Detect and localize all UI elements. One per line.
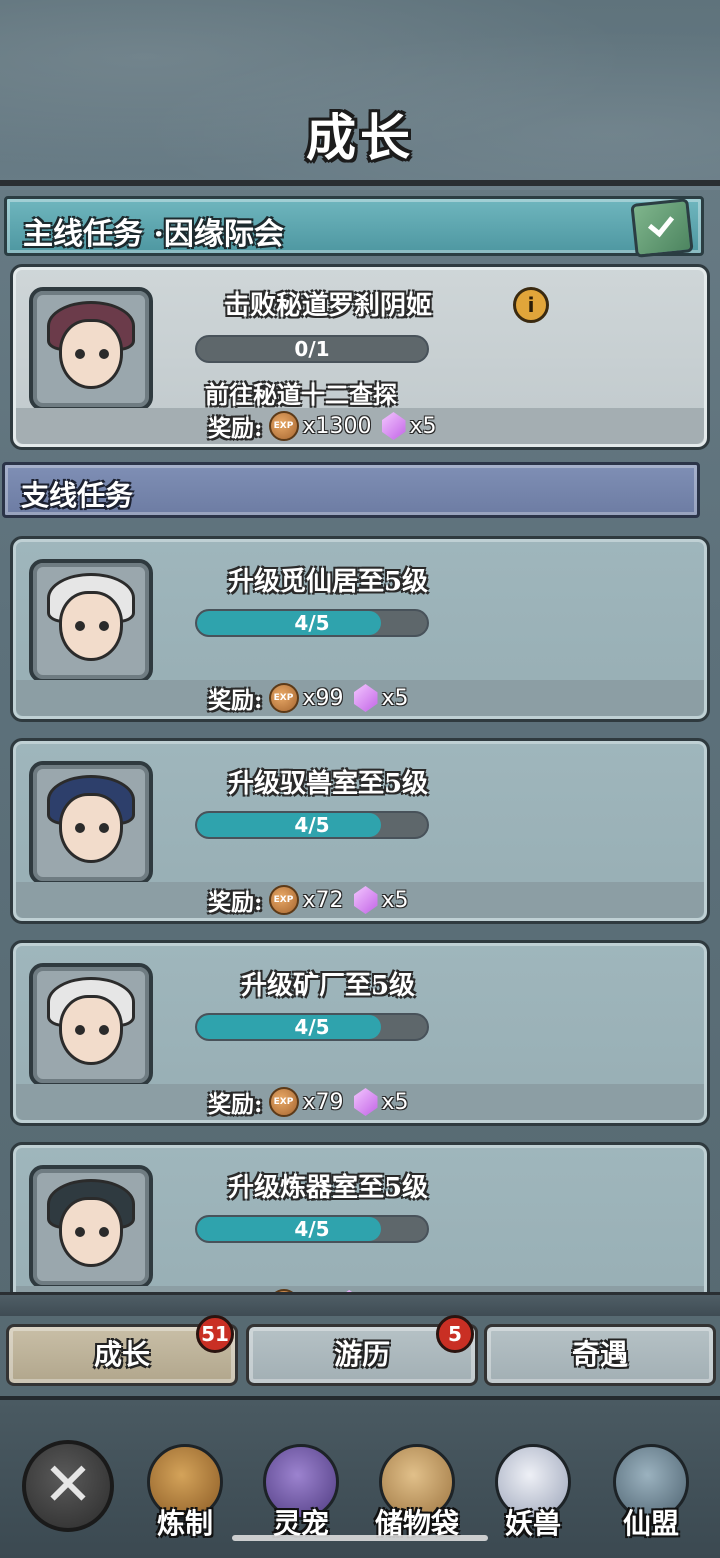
progress-text: 4/5 — [294, 813, 330, 837]
tab-travel-badge: 5 — [436, 1315, 474, 1353]
page-title: 成长 — [306, 108, 414, 167]
main-quest-header: 主线任务 ·因缘际会 — [4, 196, 704, 258]
reward-row: 奖励: EXP x79 x5 — [208, 1084, 409, 1120]
task-title: 升级驭兽室至5级 — [227, 769, 429, 799]
gem-icon — [353, 1088, 378, 1116]
nav-forge[interactable]: 炼制 — [130, 1440, 240, 1550]
nav-alliance[interactable]: 仙盟 — [596, 1440, 706, 1550]
home-indicator — [232, 1535, 488, 1541]
task-title: 击败秘道罗刹阴姬 — [223, 291, 432, 321]
portrait-face — [59, 319, 123, 389]
side-quest-header: 支线任务 — [2, 462, 700, 518]
npc-portrait — [29, 761, 153, 885]
npc-portrait — [29, 287, 153, 411]
portrait-eye — [75, 621, 85, 631]
portrait-eye — [99, 1227, 109, 1237]
task-description: 前往秘道十二查探 — [205, 380, 397, 409]
quest-map-icon[interactable] — [630, 198, 694, 258]
side-quest-card[interactable]: 升级矿厂至5级 4/5 奖励: EXP x79 x5 — [10, 940, 710, 1126]
portrait-eye — [99, 621, 109, 631]
reward-row: 奖励: EXP x1300 x5 — [208, 408, 437, 444]
npc-portrait — [29, 559, 153, 683]
gem-icon — [353, 886, 378, 914]
progress-bar: 4/5 — [195, 811, 429, 839]
reward-gem-amount: x5 — [409, 413, 437, 439]
tab-bar-border — [0, 1292, 720, 1316]
close-icon[interactable]: ✕ — [22, 1440, 114, 1532]
reward-gem-amount: x5 — [381, 685, 409, 711]
nav-forge-label: 炼制 — [156, 1507, 213, 1540]
reward-exp-amount: x72 — [302, 887, 344, 913]
reward-label: 奖励: — [208, 1091, 263, 1118]
side-quest-card[interactable]: 升级炼器室至5级 4/5 奖励: EXP x? x5 — [10, 1142, 710, 1304]
portrait-face — [59, 793, 123, 863]
exp-icon: EXP — [268, 411, 299, 441]
portrait-face — [59, 1197, 123, 1267]
reward-bar: 奖励: EXP x99 x5 — [16, 680, 704, 716]
task-title: 升级炼器室至5级 — [227, 1173, 429, 1203]
portrait-eye — [75, 823, 85, 833]
progress-text: 4/5 — [294, 611, 330, 635]
reward-exp-amount: x1300 — [302, 413, 372, 439]
reward-bar: 奖励: EXP x72 x5 — [16, 882, 704, 918]
exp-icon: EXP — [268, 1087, 299, 1117]
portrait-eye — [99, 349, 109, 359]
portrait-face — [59, 995, 123, 1065]
tab-encounter[interactable]: 奇遇 — [484, 1324, 716, 1386]
reward-exp-amount: x79 — [302, 1089, 344, 1115]
side-quest-card[interactable]: 升级觅仙居至5级 4/5 奖励: EXP x99 x5 — [10, 536, 710, 722]
reward-row: 奖励: EXP x72 x5 — [208, 882, 409, 918]
task-title: 升级觅仙居至5级 — [227, 567, 429, 597]
info-icon[interactable]: i — [513, 287, 549, 323]
gem-icon — [353, 684, 378, 712]
progress-text: 4/5 — [294, 1217, 330, 1241]
reward-bar: 奖励: EXP x1300 x5 — [16, 408, 704, 444]
nav-alliance-label: 仙盟 — [622, 1507, 679, 1540]
nav-beast[interactable]: 妖兽 — [478, 1440, 588, 1550]
portrait-eye — [75, 1025, 85, 1035]
progress-bar: 4/5 — [195, 1013, 429, 1041]
reward-row: 奖励: EXP x99 x5 — [208, 680, 409, 716]
nav-bag[interactable]: 储物袋 — [362, 1440, 472, 1550]
progress-text: 0/1 — [294, 337, 330, 361]
portrait-eye — [75, 349, 85, 359]
tab-growth-badge: 51 — [196, 1315, 234, 1353]
reward-label: 奖励: — [208, 687, 263, 714]
npc-portrait — [29, 1165, 153, 1289]
frame-divider — [0, 180, 720, 186]
progress-text: 4/5 — [294, 1015, 330, 1039]
reward-label: 奖励: — [208, 415, 263, 442]
portrait-eye — [99, 823, 109, 833]
side-quest-header-label: 支线任务 — [21, 479, 134, 512]
npc-portrait — [29, 963, 153, 1087]
progress-bar: 0/1 — [195, 335, 429, 363]
progress-bar: 4/5 — [195, 609, 429, 637]
side-quest-list[interactable]: 升级觅仙居至5级 4/5 奖励: EXP x99 x5 升级驭兽室至5级 4/5 — [0, 532, 720, 1304]
reward-gem-amount: x5 — [381, 1089, 409, 1115]
main-quest-header-label: 主线任务 ·因缘际会 — [23, 217, 284, 252]
portrait-eye — [75, 1227, 85, 1237]
exp-icon: EXP — [268, 885, 299, 915]
task-title: 升级矿厂至5级 — [240, 971, 416, 1001]
nav-pet[interactable]: 灵宠 — [246, 1440, 356, 1550]
side-quest-card[interactable]: 升级驭兽室至5级 4/5 奖励: EXP x72 x5 — [10, 738, 710, 924]
reward-gem-amount: x5 — [381, 887, 409, 913]
reward-label: 奖励: — [208, 889, 263, 916]
portrait-eye — [99, 1025, 109, 1035]
main-quest-card[interactable]: 击败秘道罗刹阴姬 i 0/1 前往秘道十二查探 奖励: EXP x1300 x5 — [10, 264, 710, 450]
reward-exp-amount: x99 — [302, 685, 344, 711]
exp-icon: EXP — [268, 683, 299, 713]
gem-icon — [381, 412, 406, 440]
reward-bar: 奖励: EXP x79 x5 — [16, 1084, 704, 1120]
portrait-face — [59, 591, 123, 661]
progress-bar: 4/5 — [195, 1215, 429, 1243]
nav-beast-label: 妖兽 — [504, 1507, 561, 1540]
